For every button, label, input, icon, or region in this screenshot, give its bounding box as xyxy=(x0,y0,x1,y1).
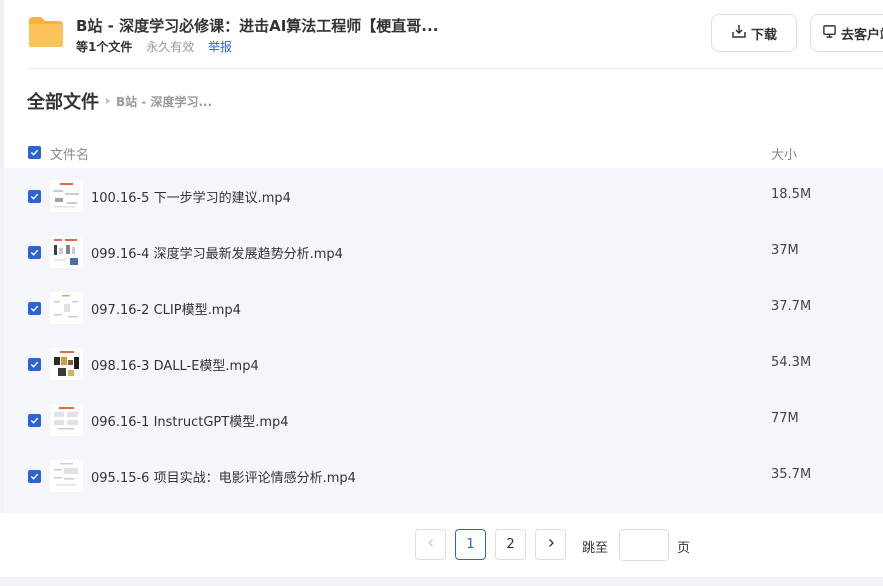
video-thumbnail xyxy=(50,404,83,436)
page-button-2[interactable]: 2 xyxy=(495,529,526,560)
file-row[interactable]: 098.16-3 DALL-E模型.mp4 54.3M xyxy=(4,336,883,392)
check-icon xyxy=(30,193,39,200)
row-checkbox[interactable] xyxy=(28,470,41,483)
check-icon xyxy=(30,305,39,312)
video-thumbnail xyxy=(50,348,83,380)
breadcrumb-arrow-icon xyxy=(106,98,110,104)
column-header-size[interactable]: 大小 xyxy=(771,144,797,163)
open-client-button[interactable]: 去客户端 xyxy=(810,14,883,52)
download-icon xyxy=(731,23,747,43)
breadcrumb-current: B站 - 深度学习... xyxy=(116,94,213,109)
client-label: 去客户端 xyxy=(841,27,883,43)
report-link[interactable]: 举报 xyxy=(208,40,232,54)
file-row[interactable]: 100.16-5 下一步学习的建议.mp4 18.5M xyxy=(4,168,883,224)
next-page-button[interactable] xyxy=(535,529,566,560)
row-checkbox[interactable] xyxy=(28,246,41,259)
chevron-right-icon xyxy=(546,537,556,552)
file-size: 35.7M xyxy=(771,467,812,482)
file-size: 37.7M xyxy=(771,299,812,314)
row-checkbox[interactable] xyxy=(28,302,41,315)
video-thumbnail xyxy=(50,460,83,492)
pagination: 1 2 跳至 页 xyxy=(0,513,883,577)
prev-page-button[interactable] xyxy=(415,529,446,560)
monitor-icon xyxy=(822,24,837,43)
validity-text: 永久有效 xyxy=(146,40,195,54)
file-name[interactable]: 100.16-5 下一步学习的建议.mp4 xyxy=(91,187,291,206)
jump-page-input[interactable] xyxy=(619,529,669,561)
file-size: 77M xyxy=(771,411,799,426)
page-unit-label: 页 xyxy=(677,541,691,556)
column-header-name[interactable]: 文件名 xyxy=(50,144,89,163)
row-checkbox[interactable] xyxy=(28,414,41,427)
file-row[interactable]: 099.16-4 深度学习最新发展趋势分析.mp4 37M xyxy=(4,224,883,280)
row-checkbox[interactable] xyxy=(28,358,41,371)
file-list: 100.16-5 下一步学习的建议.mp4 18.5M 099.16-4 深度学… xyxy=(4,168,883,513)
bottom-bar xyxy=(0,577,883,586)
check-icon xyxy=(30,473,39,480)
video-thumbnail xyxy=(50,180,83,212)
file-name[interactable]: 098.16-3 DALL-E模型.mp4 xyxy=(91,355,259,374)
file-name[interactable]: 097.16-2 CLIP模型.mp4 xyxy=(91,299,241,318)
file-name[interactable]: 099.16-4 深度学习最新发展趋势分析.mp4 xyxy=(91,243,343,262)
share-header: B站 - 深度学习必修课：进击AI算法工程师【梗直哥... 等1个文件 永久有效… xyxy=(0,0,883,68)
file-size: 54.3M xyxy=(771,355,812,370)
chevron-left-icon xyxy=(426,537,436,552)
check-icon xyxy=(30,149,39,156)
video-thumbnail xyxy=(50,292,83,324)
download-button[interactable]: 下载 xyxy=(711,14,797,52)
video-thumbnail xyxy=(50,236,83,268)
row-checkbox[interactable] xyxy=(28,190,41,203)
folder-icon xyxy=(27,15,65,49)
file-size: 37M xyxy=(771,243,799,258)
file-name[interactable]: 096.16-1 InstructGPT模型.mp4 xyxy=(91,411,289,430)
share-title: B站 - 深度学习必修课：进击AI算法工程师【梗直哥... xyxy=(76,17,439,35)
header-divider xyxy=(27,68,883,69)
breadcrumb-root[interactable]: 全部文件 xyxy=(27,88,99,114)
download-label: 下载 xyxy=(750,27,777,43)
jump-label: 跳至 xyxy=(582,541,609,556)
file-name[interactable]: 095.15-6 项目实战：电影评论情感分析.mp4 xyxy=(91,467,356,486)
breadcrumb: 全部文件 B站 - 深度学习... xyxy=(27,88,212,114)
file-row[interactable]: 097.16-2 CLIP模型.mp4 37.7M xyxy=(4,280,883,336)
table-header: 文件名 大小 xyxy=(4,137,883,167)
file-count: 等1个文件 xyxy=(76,40,133,54)
file-row[interactable]: 095.15-6 项目实战：电影评论情感分析.mp4 35.7M xyxy=(4,448,883,504)
file-size: 18.5M xyxy=(771,187,812,202)
check-icon xyxy=(30,417,39,424)
file-row[interactable]: 096.16-1 InstructGPT模型.mp4 77M xyxy=(4,392,883,448)
select-all-checkbox[interactable] xyxy=(28,146,41,159)
check-icon xyxy=(30,361,39,368)
check-icon xyxy=(30,249,39,256)
page-button-1[interactable]: 1 xyxy=(455,529,486,560)
share-meta: 等1个文件 永久有效 举报 xyxy=(76,38,232,55)
